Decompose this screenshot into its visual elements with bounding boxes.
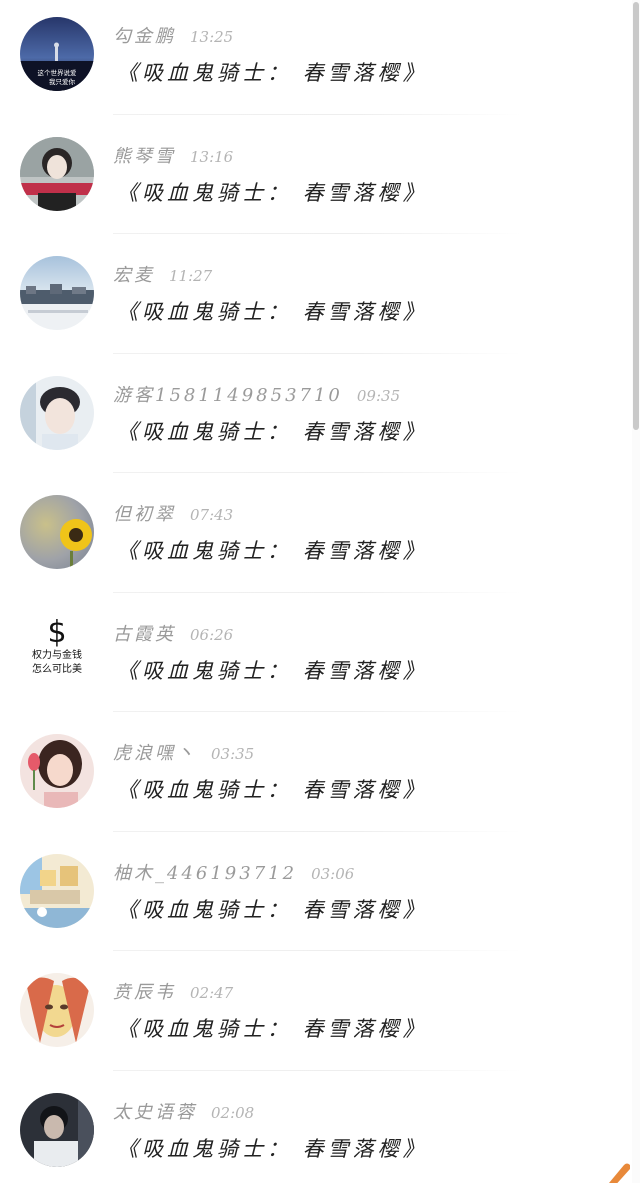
- avatar-caption: 这个世界说爱: [38, 68, 78, 77]
- list-item[interactable]: 宏麦 11:27 《吸血鬼骑士： 春雪落樱》: [0, 239, 632, 359]
- pencil-icon[interactable]: [600, 1159, 630, 1183]
- divider: [113, 472, 522, 473]
- divider: [113, 591, 522, 593]
- username[interactable]: 贲辰韦: [113, 982, 176, 1003]
- username[interactable]: 宏麦: [113, 265, 155, 286]
- divider: [113, 950, 522, 951]
- comment-text: 《吸血鬼骑士： 春雪落樱》: [117, 419, 428, 444]
- timestamp: 02:08: [211, 1103, 255, 1122]
- comment-text: 《吸血鬼骑士： 春雪落樱》: [117, 1017, 428, 1041]
- comment-list: 这个世界说爱 我只爱你 勾金鹏 13:25 《吸血鬼骑士： 春雪落樱》 熊琴雪 13…: [0, 0, 632, 1183]
- avatar-caption: 怎么可比美: [32, 663, 82, 675]
- comment-text: 《吸血鬼骑士： 春雪落樱》: [117, 897, 428, 922]
- list-item[interactable]: 游客1581149853710 09:35 《吸血鬼骑士： 春雪落樱》: [0, 359, 632, 479]
- username[interactable]: 柚木_446193712: [113, 863, 297, 884]
- divider: [113, 830, 522, 832]
- sunflower-avatar[interactable]: [20, 495, 94, 569]
- dollar-text-avatar[interactable]: $ 权力与金钱 怎么可比美: [20, 614, 94, 689]
- avatar-caption: 权力与金钱: [32, 649, 82, 661]
- timestamp: 13:25: [190, 28, 234, 46]
- list-item[interactable]: 熊琴雪 13:16 《吸血鬼骑士： 春雪落樱》: [0, 120, 632, 240]
- comment-text: 《吸血鬼骑士： 春雪落樱》: [117, 61, 428, 85]
- dollar-icon: $: [47, 614, 67, 650]
- divider: [113, 352, 522, 354]
- timestamp: 07:43: [190, 506, 234, 524]
- timestamp: 02:47: [190, 984, 234, 1002]
- username[interactable]: 勾金鹏: [113, 26, 176, 47]
- divider: [113, 113, 522, 115]
- username[interactable]: 游客1581149853710: [113, 385, 343, 406]
- scrollbar[interactable]: [632, 0, 640, 1183]
- comment-meta: 熊琴雪 13:16: [113, 144, 233, 170]
- timestamp: 03:06: [311, 864, 355, 883]
- anime-girl-tulip-avatar[interactable]: [20, 734, 94, 808]
- comment-text: 《吸血鬼骑士： 春雪落樱》: [117, 180, 428, 205]
- comment-meta: 古霞英 06:26: [113, 622, 233, 648]
- comment-text: 《吸血鬼骑士： 春雪落樱》: [117, 300, 428, 324]
- comment-meta: 虎浪嘿丶 03:35: [113, 741, 254, 767]
- comment-text: 《吸血鬼骑士： 春雪落樱》: [117, 1136, 428, 1161]
- timestamp: 09:35: [356, 386, 401, 405]
- comment-meta: 太史语蓉 02:08: [113, 1100, 254, 1126]
- timestamp: 13:16: [190, 147, 234, 166]
- list-item[interactable]: 贲辰韦 02:47 《吸血鬼骑士： 春雪落樱》: [0, 956, 632, 1076]
- comment-text: 《吸血鬼骑士： 春雪落樱》: [117, 658, 428, 683]
- sketch-face-avatar[interactable]: [20, 973, 94, 1047]
- username[interactable]: 虎浪嘿丶: [113, 743, 197, 764]
- username[interactable]: 古霞英: [113, 624, 176, 645]
- girl-portrait-avatar[interactable]: [20, 136, 94, 211]
- list-item[interactable]: 太史语蓉 02:08 《吸血鬼骑士： 春雪落樱》: [0, 1076, 632, 1183]
- list-item[interactable]: 虎浪嘿丶 03:35 《吸血鬼骑士： 春雪落樱》: [0, 717, 632, 837]
- list-item[interactable]: $ 权力与金钱 怎么可比美 古霞英 06:26 《吸血鬼骑士： 春雪落樱》: [0, 598, 632, 718]
- comment-text: 《吸血鬼骑士： 春雪落樱》: [117, 539, 428, 563]
- timestamp: 11:27: [169, 267, 213, 285]
- cartoon-town-avatar[interactable]: [20, 853, 94, 928]
- boy-portrait-avatar[interactable]: [20, 375, 94, 450]
- list-item[interactable]: 这个世界说爱 我只爱你 勾金鹏 13:25 《吸血鬼骑士： 春雪落樱》: [0, 0, 632, 120]
- divider: [113, 711, 522, 712]
- dark-photo-avatar[interactable]: [20, 1092, 94, 1167]
- divider: [113, 1069, 522, 1071]
- username[interactable]: 熊琴雪: [113, 146, 176, 167]
- timestamp: 06:26: [190, 625, 234, 644]
- comment-meta: 勾金鹏 13:25: [113, 24, 233, 50]
- comment-meta: 贲辰韦 02:47: [113, 980, 233, 1006]
- username[interactable]: 太史语蓉: [113, 1102, 197, 1123]
- scrollbar-thumb[interactable]: [633, 2, 639, 430]
- avatar-caption: 我只爱你: [49, 77, 76, 86]
- comment-meta: 柚木_446193712 03:06: [113, 861, 354, 887]
- comment-meta: 游客1581149853710 09:35: [113, 383, 400, 409]
- list-item[interactable]: 柚木_446193712 03:06 《吸血鬼骑士： 春雪落樱》: [0, 837, 632, 957]
- divider: [113, 233, 522, 234]
- snowy-landscape-avatar[interactable]: [20, 256, 94, 330]
- night-coast-avatar[interactable]: 这个世界说爱 我只爱你: [20, 17, 94, 91]
- list-item[interactable]: 但初翠 07:43 《吸血鬼骑士： 春雪落樱》: [0, 478, 632, 598]
- comment-meta: 但初翠 07:43: [113, 502, 233, 528]
- username[interactable]: 但初翠: [113, 504, 176, 525]
- timestamp: 03:35: [211, 745, 255, 763]
- comment-text: 《吸血鬼骑士： 春雪落樱》: [117, 778, 428, 802]
- comment-meta: 宏麦 11:27: [113, 263, 212, 289]
